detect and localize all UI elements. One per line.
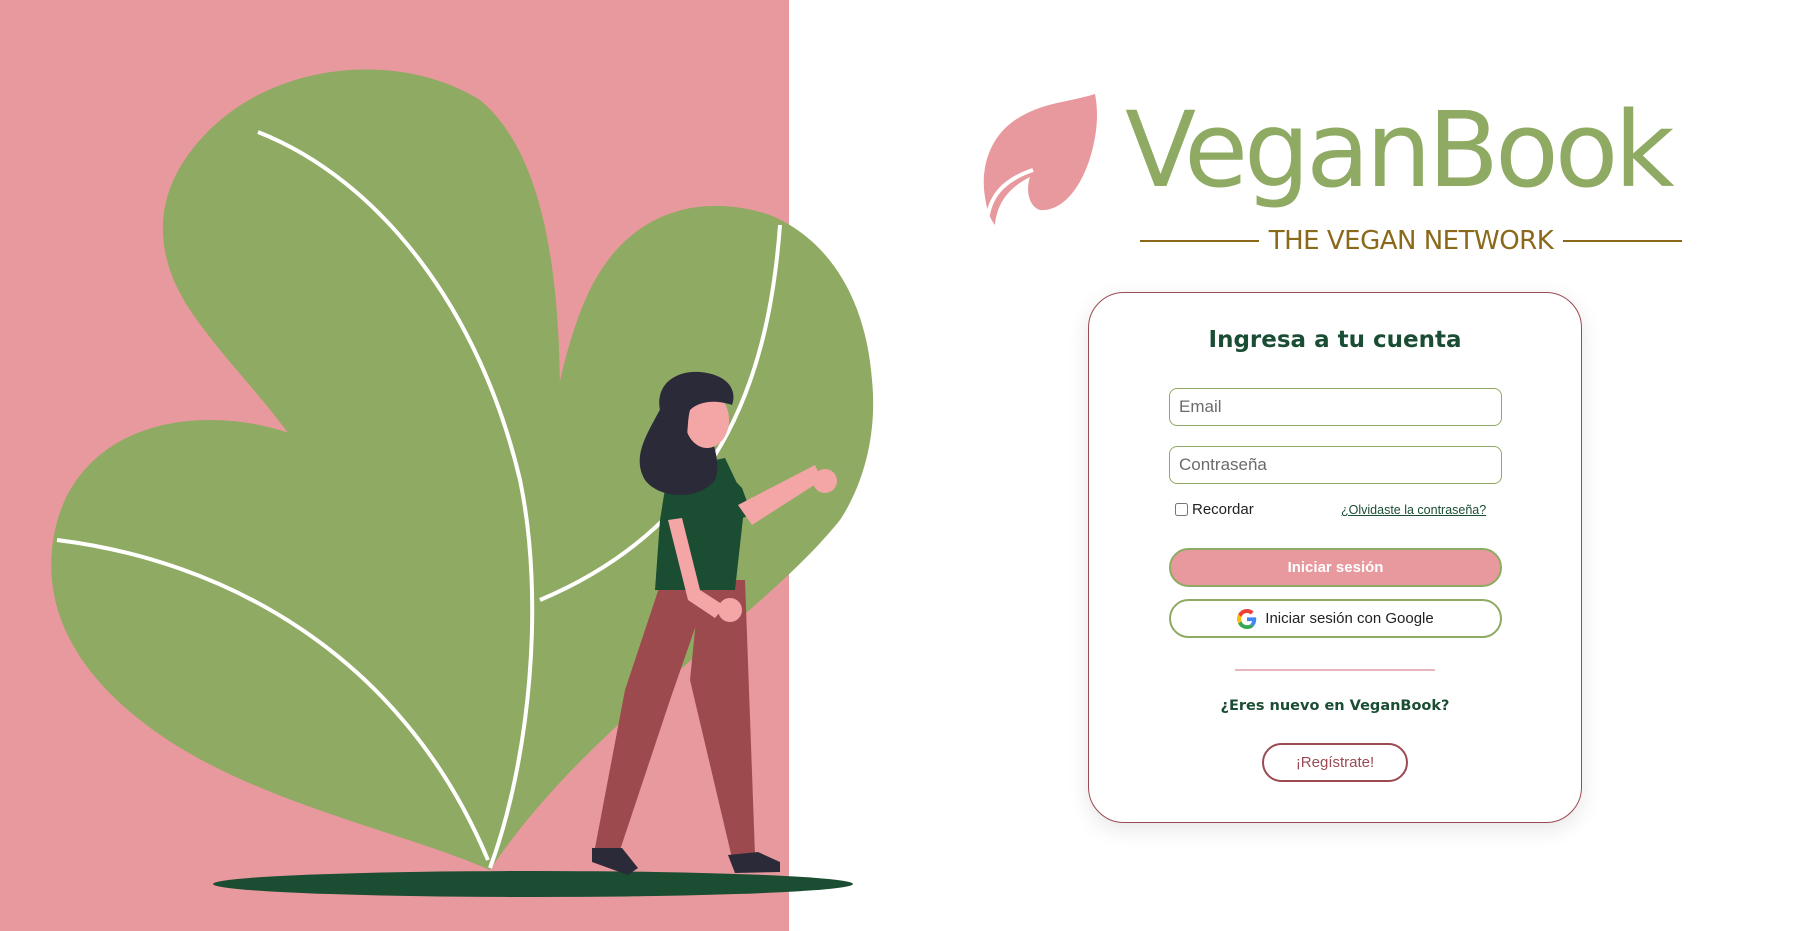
- leaf-logo-icon: [983, 94, 1097, 225]
- google-login-label: Iniciar sesión con Google: [1265, 610, 1434, 627]
- woman-hand-lower: [718, 598, 742, 622]
- tagline-rule-right: [1563, 240, 1683, 242]
- login-title: Ingresa a tu cuenta: [1208, 327, 1462, 353]
- brand-name: VeganBook: [1125, 89, 1675, 211]
- ground-shadow: [213, 871, 853, 897]
- tagline-row: THE VEGAN NETWORK: [1140, 223, 1683, 259]
- forgot-password-link[interactable]: ¿Olvidaste la contraseña?: [1341, 503, 1486, 517]
- tagline-rule-left: [1140, 240, 1259, 242]
- plant-woman-illustration: [51, 69, 874, 897]
- woman-shoe-front: [592, 848, 638, 875]
- veganbook-logo: VeganBook THE VEGAN NETWORK: [975, 90, 1695, 260]
- new-user-question: ¿Eres nuevo en VeganBook?: [1220, 698, 1450, 714]
- brand-tagline: THE VEGAN NETWORK: [1268, 226, 1554, 256]
- card-divider: [1235, 669, 1435, 671]
- google-icon: [1237, 608, 1257, 629]
- login-page: VeganBook THE VEGAN NETWORK Ingresa a tu…: [0, 0, 1815, 931]
- login-card: Ingresa a tu cuenta Recordar ¿Olvidaste …: [1088, 292, 1582, 823]
- remember-checkbox[interactable]: [1175, 503, 1188, 516]
- woman-back-leg: [690, 580, 755, 858]
- password-input[interactable]: [1169, 446, 1502, 484]
- remember-me[interactable]: Recordar: [1175, 501, 1254, 518]
- google-login-button[interactable]: Iniciar sesión con Google: [1169, 599, 1502, 638]
- woman-hand-raised: [813, 469, 837, 493]
- register-button[interactable]: ¡Regístrate!: [1262, 743, 1408, 782]
- email-input[interactable]: [1169, 388, 1502, 426]
- login-button[interactable]: Iniciar sesión: [1169, 548, 1502, 587]
- woman-shoe-back: [728, 852, 780, 873]
- remember-label: Recordar: [1192, 501, 1254, 518]
